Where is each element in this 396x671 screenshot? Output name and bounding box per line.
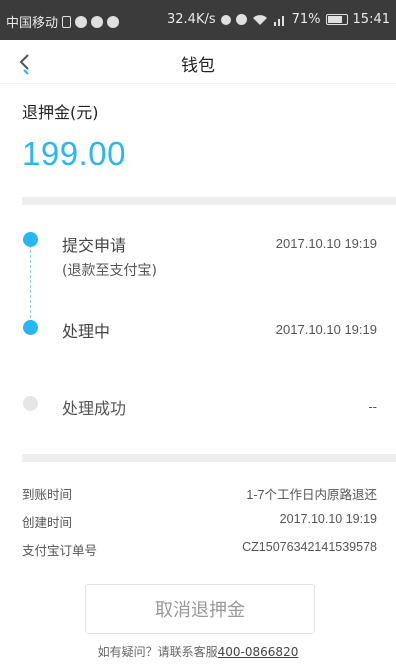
arrival-time-value: 1-7个工作日内原路退还 <box>246 488 377 502</box>
navigation-bar: 钱包 <box>0 40 396 84</box>
chat-notification-icon <box>107 15 120 28</box>
heart-notification-icon <box>75 15 88 28</box>
page-title: 钱包 <box>181 56 215 76</box>
signal-icon <box>273 15 284 26</box>
sim-icon <box>62 15 72 28</box>
timeline-step-time: 2017.10.10 19:19 <box>275 322 377 337</box>
support-footer: 如有疑问？请联系客服400-0866820 <box>0 643 396 660</box>
section-divider <box>22 197 396 205</box>
timeline-dot-processing <box>23 320 38 335</box>
battery-percent: 71% <box>291 12 321 27</box>
timeline-step-time: -- <box>368 399 377 414</box>
wifi-icon <box>252 14 267 25</box>
support-phone-link[interactable]: 400-0866820 <box>218 645 299 659</box>
refund-amount-value: 199.00 <box>22 135 126 172</box>
status-bar: 中国移动 32.4K/s 71% 15:41 <box>0 0 396 40</box>
timeline-step-subtitle: (退款至支付宝) <box>62 263 157 279</box>
carrier-name: 中国移动 <box>6 16 59 31</box>
cancel-refund-button[interactable]: 取消退押金 <box>85 584 315 634</box>
alipay-order-label: 支付宝订单号 <box>22 543 98 558</box>
arrival-time-label: 到账时间 <box>22 487 73 502</box>
battery-icon <box>325 14 348 25</box>
location-icon <box>220 14 231 25</box>
app-notification-icon <box>91 15 104 28</box>
timeline-connector <box>30 240 31 328</box>
alipay-order-value: CZ15076342141539578 <box>242 540 377 554</box>
timeline-step-title: 提交申请 <box>62 236 127 255</box>
section-divider <box>22 454 396 462</box>
refund-amount-label: 退押金(元) <box>22 103 99 122</box>
timeline-step-title: 处理中 <box>62 322 111 341</box>
timeline-dot-success <box>23 396 38 411</box>
network-speed: 32.4K/s <box>167 12 216 27</box>
timeline-dot-submitted <box>23 232 38 247</box>
created-time-value: 2017.10.10 19:19 <box>279 512 377 526</box>
alarm-icon <box>235 14 247 25</box>
clock-time: 15:41 <box>352 12 390 27</box>
timeline-step-title: 处理成功 <box>62 399 127 418</box>
support-text: 如有疑问？请联系客服 <box>97 645 218 659</box>
timeline-step-time: 2017.10.10 19:19 <box>275 236 377 251</box>
created-time-label: 创建时间 <box>22 515 73 530</box>
